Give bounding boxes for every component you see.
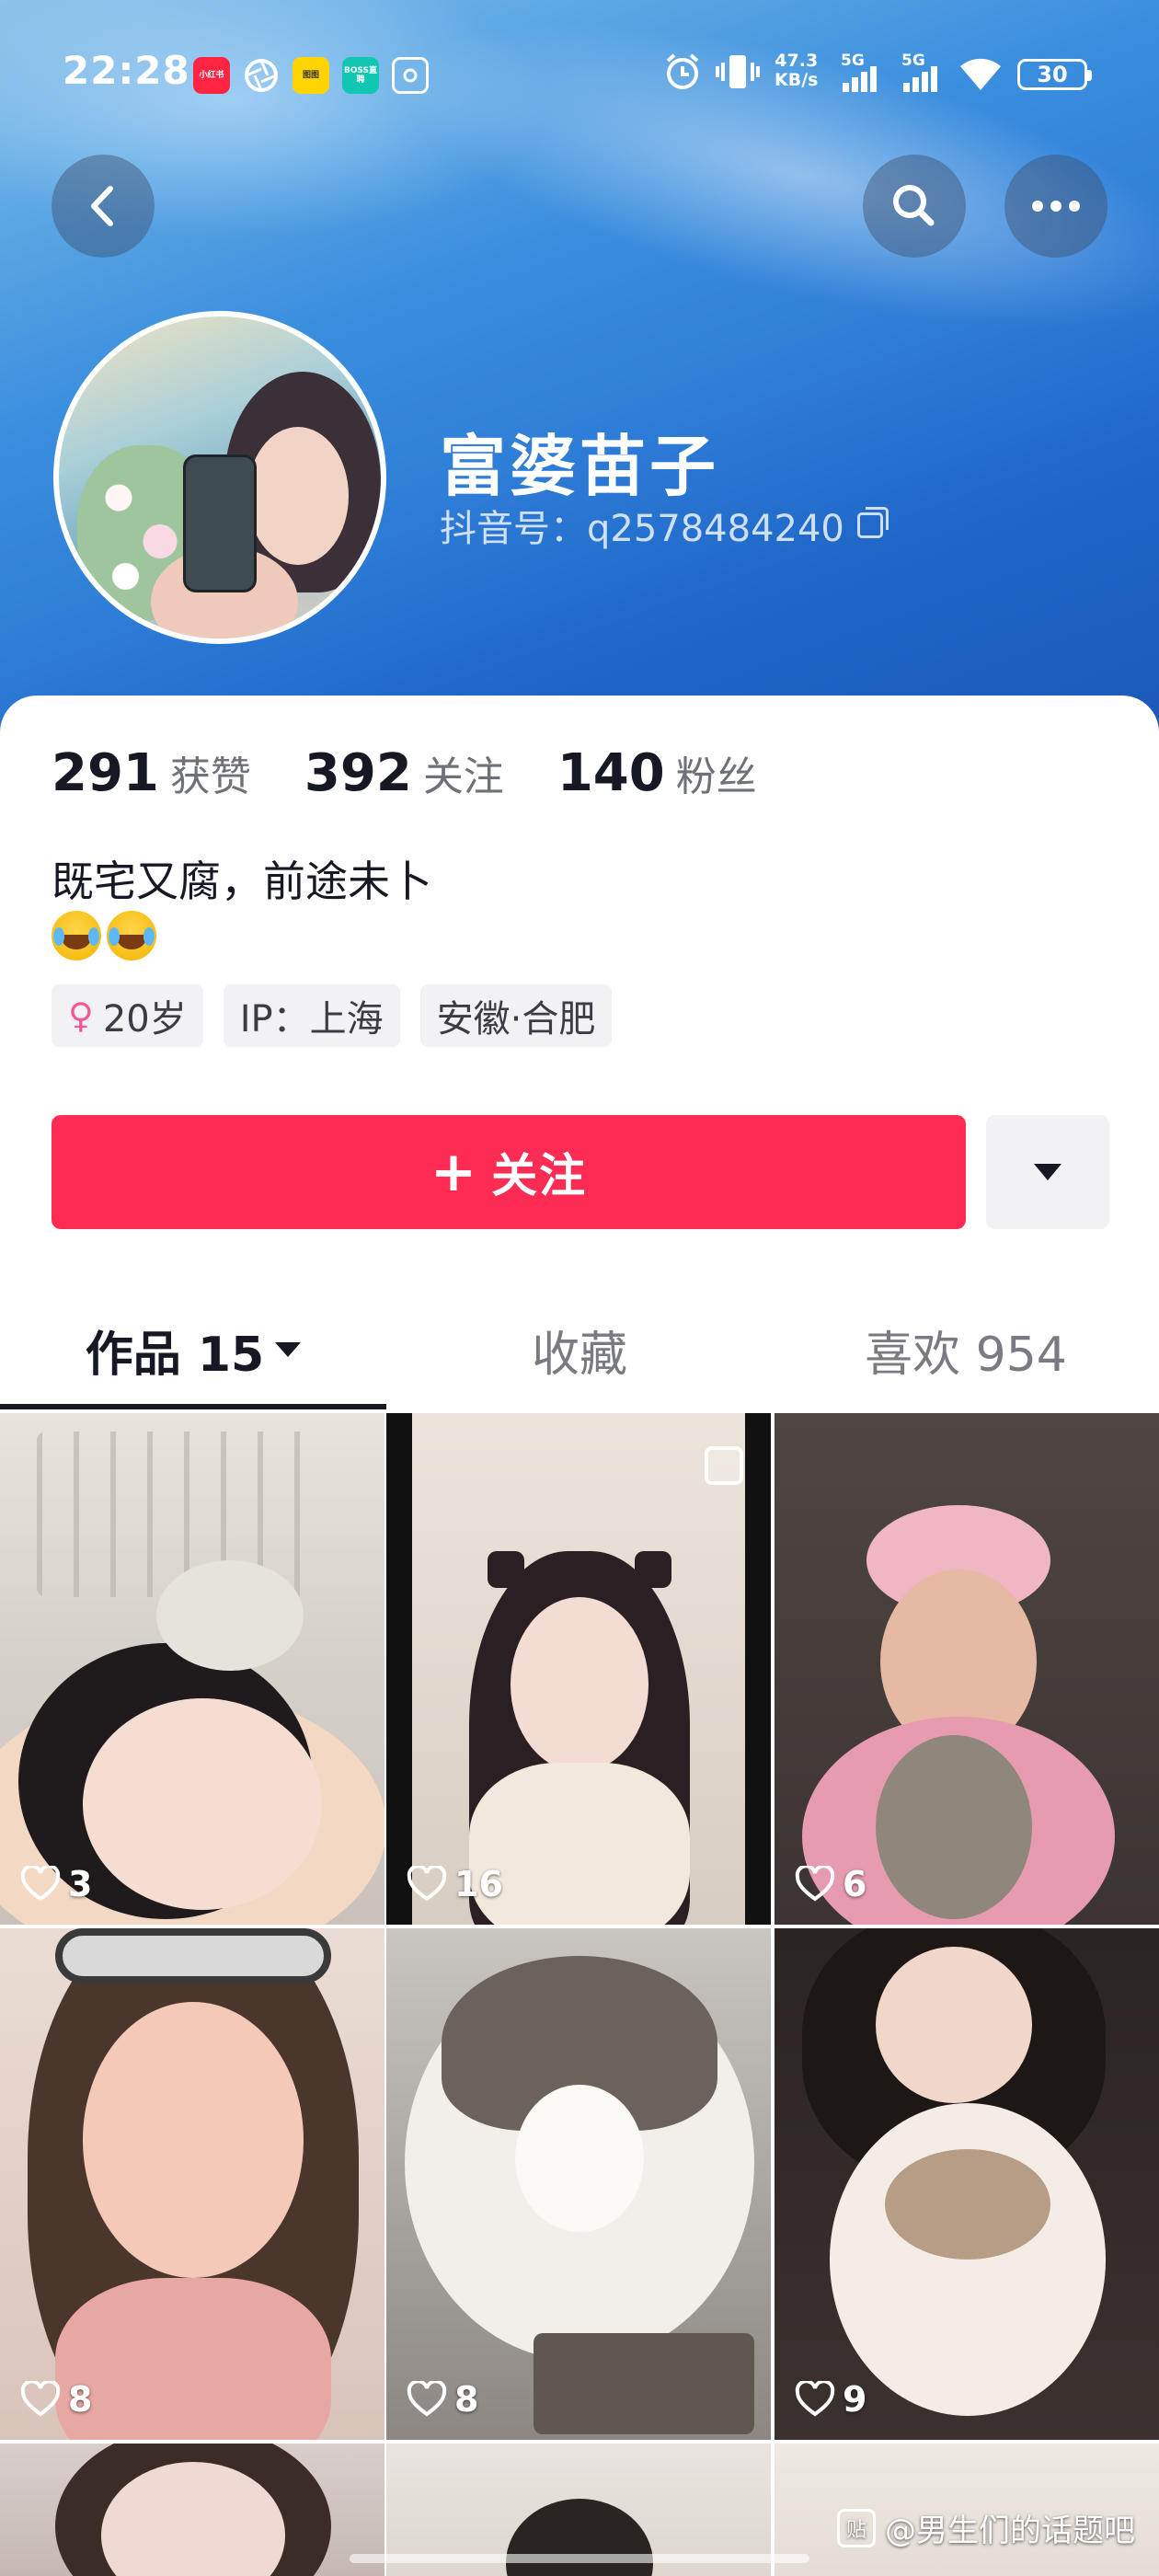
profile-name: 富婆苗子 [440, 428, 720, 505]
heart-icon [407, 2381, 447, 2417]
alarm-icon [662, 52, 703, 96]
signal-bars-2-icon [903, 59, 940, 92]
avatar[interactable] [53, 311, 386, 644]
wifi-icon [957, 53, 1004, 98]
age-tag: ♀ 20岁 [52, 984, 203, 1047]
like-count: 6 [795, 1864, 866, 1904]
heart-icon [20, 2381, 61, 2417]
battery-indicator: 30 [1017, 59, 1092, 90]
bio-emojis [52, 911, 156, 960]
bio-text: 既宅又腐，前途未卜 [52, 857, 432, 906]
stat-followers[interactable]: 140 粉丝 [557, 743, 757, 803]
stat-likes[interactable]: 291 获赞 [52, 743, 251, 803]
follow-button[interactable]: + 关注 [52, 1115, 966, 1229]
more-dots-icon [1032, 201, 1080, 212]
tab-underline [0, 1404, 386, 1409]
heart-icon [795, 1866, 835, 1902]
tab-works[interactable]: 作品 15 [0, 1288, 386, 1411]
signal-bars-1-icon [843, 59, 879, 92]
like-count: 8 [20, 2379, 92, 2420]
douyin-id: 抖音号：q2578484240 [440, 508, 844, 550]
tab-favorites[interactable]: 收藏 [386, 1288, 773, 1411]
back-button[interactable] [52, 155, 155, 258]
like-count: 9 [795, 2379, 866, 2420]
heart-icon [795, 2381, 835, 2417]
like-count: 3 [20, 1864, 92, 1904]
chevron-left-icon [91, 186, 113, 226]
status-bar: 22:28 小红书 图图 BOSS直聘 47.3 KB/s 5G 5G 30 [0, 0, 1159, 147]
status-time: 22:28 [63, 48, 190, 93]
heart-icon [20, 1866, 61, 1902]
search-icon [893, 185, 935, 226]
boss-app-icon: BOSS直聘 [342, 57, 379, 94]
net-speed: 47.3 KB/s [775, 51, 819, 90]
location-tag: 安徽·合肥 [419, 984, 613, 1047]
video-thumbnail[interactable] [0, 2444, 384, 2576]
video-thumbnail[interactable]: 3 [0, 1413, 384, 1925]
aperture-app-icon [243, 57, 280, 94]
heart-icon [407, 1866, 447, 1902]
video-thumbnail[interactable]: 16 [386, 1413, 771, 1925]
stat-following[interactable]: 392 关注 [304, 743, 504, 803]
video-thumbnail[interactable]: 9 [775, 1928, 1159, 2440]
follow-label: 关注 [491, 1149, 588, 1202]
video-thumbnail[interactable]: 6 [775, 1413, 1159, 1925]
video-thumbnail[interactable]: 8 [386, 1928, 771, 2440]
laugh-emoji-icon [52, 911, 101, 960]
stats-row: 291 获赞 392 关注 140 粉丝 [52, 743, 810, 803]
copy-icon[interactable] [856, 507, 889, 538]
recommend-dropdown-button[interactable] [986, 1115, 1109, 1229]
tutu-app-icon: 图图 [293, 57, 329, 94]
caret-down-icon [275, 1342, 302, 1357]
like-count: 16 [407, 1864, 503, 1904]
vibrate-icon [716, 52, 760, 96]
like-count: 8 [407, 2379, 478, 2420]
more-button[interactable] [1004, 155, 1107, 258]
xiaohongshu-app-icon: 小红书 [193, 57, 230, 94]
content-tabs: 作品 15 收藏 喜欢 954 [0, 1288, 1159, 1411]
video-grid: 3 16 6 8 8 9 [0, 1413, 1159, 2576]
tieba-icon: 贴 [837, 2508, 876, 2547]
ip-tag: IP：上海 [223, 984, 400, 1047]
camera-app-icon [392, 57, 429, 94]
caret-down-icon [1034, 1164, 1061, 1180]
laugh-emoji-icon [107, 911, 156, 960]
female-icon: ♀ [68, 995, 94, 1036]
plus-icon: + [430, 1140, 479, 1204]
select-checkbox[interactable] [705, 1446, 743, 1485]
home-indicator[interactable] [350, 2554, 809, 2563]
watermark: 贴 @男生们的话题吧 [837, 2505, 1135, 2550]
video-thumbnail[interactable]: 8 [0, 1928, 384, 2440]
search-button[interactable] [863, 155, 966, 258]
profile-tags: ♀ 20岁 IP：上海 安徽·合肥 [52, 984, 613, 1047]
tab-liked[interactable]: 喜欢 954 [773, 1288, 1159, 1411]
profile-screen: 22:28 小红书 图图 BOSS直聘 47.3 KB/s 5G 5G 30 富… [0, 0, 1159, 2576]
douyin-id-row[interactable]: 抖音号：q2578484240 [440, 499, 889, 552]
